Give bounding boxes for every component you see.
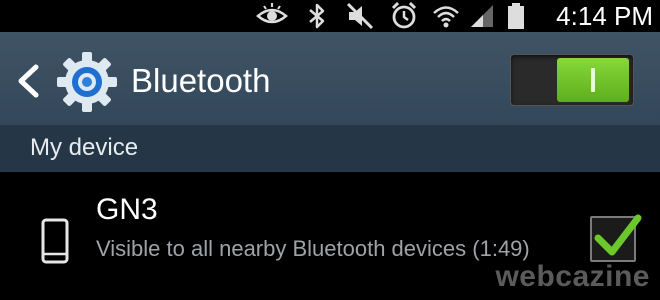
toggle-knob-grip <box>591 68 595 92</box>
section-header: My device <box>0 125 660 172</box>
page-title: Bluetooth <box>131 62 271 99</box>
chevron-left-icon[interactable] <box>14 64 42 98</box>
bluetooth-toggle[interactable] <box>510 54 634 106</box>
mute-icon <box>345 0 375 32</box>
device-row[interactable]: GN3 Visible to all nearby Bluetooth devi… <box>0 172 660 300</box>
battery-icon <box>507 0 525 32</box>
phone-icon <box>40 218 70 264</box>
eye-icon <box>255 0 289 32</box>
toggle-knob[interactable] <box>557 58 629 102</box>
check-icon <box>590 208 644 264</box>
status-bar: 4:14 PM <box>0 0 660 32</box>
bluetooth-icon <box>305 0 329 32</box>
watermark: webcazine <box>495 260 650 293</box>
wifi-icon <box>431 0 461 32</box>
gear-icon <box>56 51 118 113</box>
status-icons <box>255 0 525 32</box>
visibility-checkbox[interactable] <box>590 214 642 262</box>
section-label: My device <box>30 134 139 161</box>
device-name: GN3 <box>96 193 158 226</box>
signal-icon <box>469 0 495 32</box>
alarm-icon <box>389 0 419 32</box>
status-clock: 4:14 PM <box>556 1 653 31</box>
action-bar: Bluetooth <box>0 32 660 125</box>
